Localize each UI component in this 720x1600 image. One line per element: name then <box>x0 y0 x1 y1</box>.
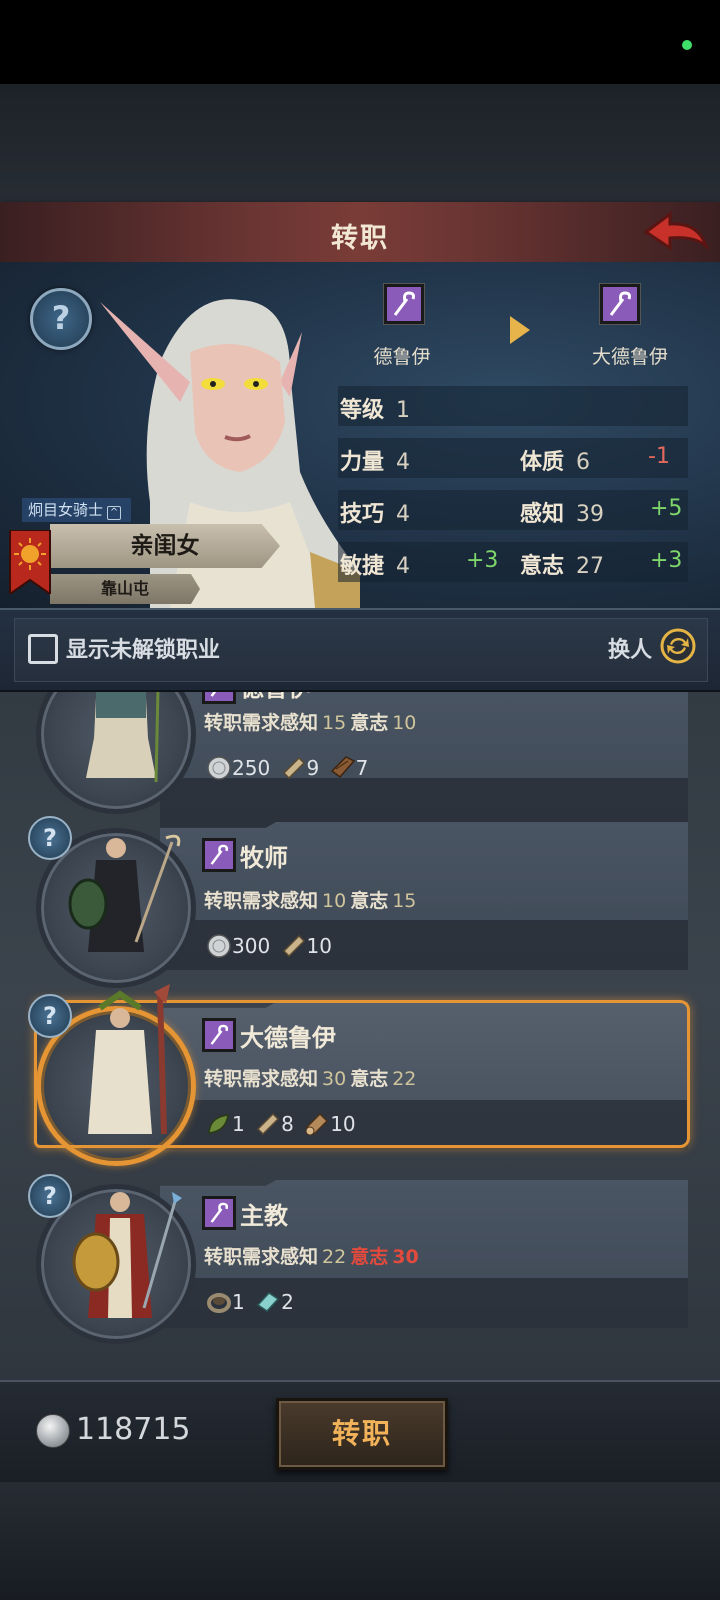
status-indicator <box>682 40 692 50</box>
hero-class-label: 炯目女骑士 <box>28 501 104 519</box>
job-title: 主教 <box>240 1202 288 1230</box>
stat-agility: 敏捷 4 <box>340 554 411 579</box>
scroll-icon <box>282 756 305 779</box>
help-icon[interactable]: ? <box>28 1174 72 1218</box>
stat-will-delta: +3 <box>650 548 683 573</box>
job-materials: 300 10 <box>206 932 336 962</box>
leaf-icon <box>208 1113 229 1134</box>
crystal-icon <box>256 1291 280 1312</box>
job-list[interactable]: 德鲁伊 转职需求感知 15 意志 10 250 9 7 ? 牧师 转职需求感知 10 意志… <box>0 688 720 1388</box>
stat-level: 等级 1 <box>340 398 411 423</box>
help-icon[interactable]: ? <box>30 288 92 350</box>
job-title: 大德鲁伊 <box>240 1024 336 1052</box>
transition-arrow-icon <box>510 316 530 344</box>
help-icon[interactable]: ? <box>28 994 72 1038</box>
job-requirement: 转职需求感知 22 意志 30 <box>204 1246 419 1268</box>
swap-hero-label[interactable]: 换人 <box>608 632 652 664</box>
job-requirement: 转职需求感知 15 意志 10 <box>204 712 417 734</box>
help-icon[interactable]: ? <box>28 816 72 860</box>
status-bar <box>0 0 720 84</box>
stat-constitution: 体质 6 <box>520 450 591 475</box>
stat-agility-delta: +3 <box>466 548 499 573</box>
staff-icon <box>384 284 424 324</box>
hero-origin: 靠山屯 <box>50 574 200 604</box>
archdruid-figure <box>88 984 170 1135</box>
job-materials: 1 8 10 <box>206 1110 360 1140</box>
log-icon <box>305 1112 329 1136</box>
job-requirement: 转职需求感知 10 意志 15 <box>204 890 417 912</box>
silver-coin-icon <box>207 756 231 780</box>
job-materials: 1 2 <box>206 1288 298 1318</box>
show-locked-checkbox[interactable] <box>28 634 58 664</box>
show-locked-label[interactable]: 显示未解锁职业 <box>66 632 220 664</box>
priest-figure <box>68 834 181 952</box>
stat-skill: 技巧 4 <box>340 502 411 527</box>
stat-strength: 力量 4 <box>340 450 411 475</box>
staff-icon <box>202 838 236 872</box>
ring-icon <box>207 1292 231 1313</box>
hero-class-tag: 炯目女骑士 ^ <box>22 498 132 522</box>
confirm-job-change-button[interactable]: 转职 <box>276 1398 448 1470</box>
wood-plank-icon <box>330 755 355 778</box>
staff-icon <box>600 284 640 324</box>
job-title: 牧师 <box>240 844 288 872</box>
swap-icon[interactable] <box>660 628 696 664</box>
current-job-name: 德鲁伊 <box>373 346 431 368</box>
sun-banner-icon <box>9 530 51 594</box>
stat-constitution-delta: -1 <box>648 444 670 469</box>
title-bar: 转职 <box>0 202 720 264</box>
job-requirement: 转职需求感知 30 意志 22 <box>204 1068 417 1090</box>
job-materials: 250 9 7 <box>206 754 372 784</box>
staff-icon <box>202 1196 236 1230</box>
stat-will: 意志 27 <box>520 554 605 579</box>
staff-icon <box>202 1018 236 1052</box>
druid-figure <box>86 688 160 783</box>
bishop-figure <box>72 1192 182 1318</box>
coin-count: 118715 <box>76 1412 191 1447</box>
upgrade-arrow-icon: ^ <box>107 506 122 520</box>
scroll-icon <box>282 934 305 957</box>
stat-perception: 感知 39 <box>520 502 605 527</box>
stat-perception-delta: +5 <box>650 496 683 521</box>
page-title: 转职 <box>331 223 389 254</box>
silver-coin-icon <box>207 934 231 958</box>
back-arrow-icon[interactable] <box>640 206 712 260</box>
silver-coin-icon <box>36 1414 70 1448</box>
scroll-icon <box>257 1112 280 1135</box>
target-job-name: 大德鲁伊 <box>591 346 668 368</box>
hero-name: 亲闺女 <box>50 524 280 568</box>
